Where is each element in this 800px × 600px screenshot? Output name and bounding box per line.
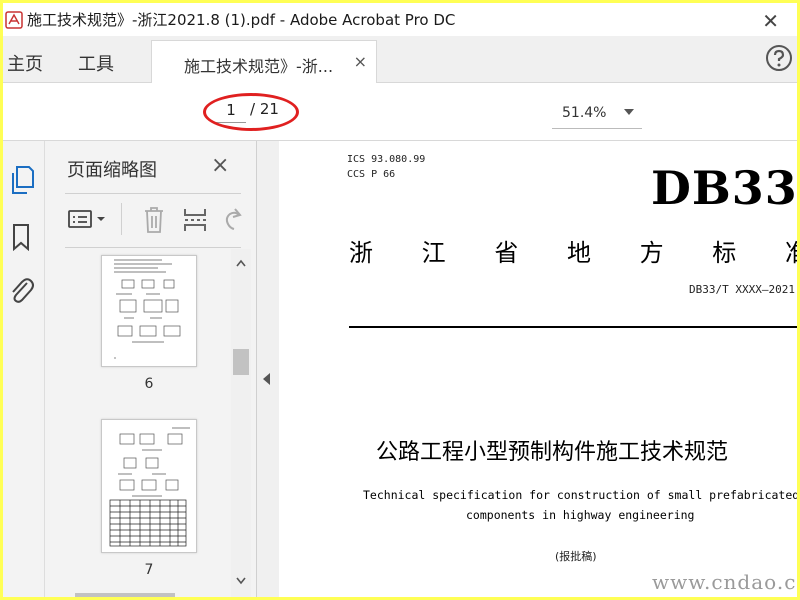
thumbnail-preview [114,259,181,359]
page-thumbnail[interactable] [101,255,197,367]
scrollbar-thumb[interactable] [233,349,249,375]
rotate-icon[interactable] [221,207,245,233]
tab-bar: 主页 工具 施工技术规范》-浙... × [3,36,797,84]
document-title-en-line2: components in highway engineering [466,508,695,522]
header-rule [349,326,797,328]
tab-home[interactable]: 主页 [7,50,43,76]
chevron-down-icon [624,109,634,115]
standard-char: 地 [566,239,591,267]
standard-char: 省 [494,239,519,267]
thumbnail-page-number: 6 [144,376,154,392]
scroll-up-icon[interactable] [236,259,246,267]
acrobat-icon [5,10,23,29]
document-title-cn: 公路工程小型预制构件施工技术规范 [376,440,729,465]
standard-number: DB33/T XXXX—2021 [689,283,795,296]
panel-toolbar-divider [121,203,122,235]
standard-char: 江 [421,239,446,267]
window-close-button[interactable]: ✕ [762,9,779,33]
document-page: ICS 93.080.99 CCS P 66 DB33 浙 江 省 地 方 标 … [279,141,797,597]
panel-title: 页面缩略图 [67,160,157,181]
watermark: www.cndao.com [652,570,797,594]
standard-type: 浙 江 省 地 方 标 准 [349,233,797,268]
document-tab-close-button[interactable]: × [354,52,367,71]
navigation-rail [3,141,45,597]
thumbnail-preview [109,427,190,547]
document-title-en-line1: Technical specification for construction… [363,488,797,502]
tab-tools[interactable]: 工具 [78,50,114,76]
thumbnail-options-icon[interactable] [67,207,111,233]
page-thumbnails-icon[interactable] [9,165,35,195]
standard-char: 准 [784,239,797,267]
acrobat-window: 施工技术规范》-浙江2021.8 (1).pdf - Adobe Acrobat… [3,3,797,597]
window-title: 施工技术规范》-浙江2021.8 (1).pdf - Adobe Acrobat… [27,11,456,29]
main-toolbar [3,83,797,141]
collapse-panel-icon[interactable] [263,373,270,385]
standard-char: 浙 [349,239,373,267]
horizontal-scrollbar-thumb[interactable] [75,593,175,597]
ics-code: ICS 93.080.99 [347,154,426,165]
attachment-icon[interactable] [7,275,35,305]
panel-close-button[interactable]: × [211,153,229,178]
draft-label: (报批稿) [555,550,597,563]
thumbnail-scrollbar[interactable] [231,249,251,597]
standard-char: 方 [639,239,664,267]
scroll-down-icon[interactable] [236,577,246,585]
panel-divider [65,247,241,248]
thumbnail-panel: 页面缩略图 × 6 7 [45,141,257,597]
thumbnail-page-number: 7 [144,562,154,578]
standard-code: DB33 [651,161,797,215]
panel-divider [65,193,241,194]
standard-char: 标 [712,239,737,267]
highlight-ellipse [203,93,299,131]
document-tab-label: 施工技术规范》-浙... [184,57,334,76]
page-thumbnail[interactable] [101,419,197,553]
help-icon[interactable] [765,44,793,72]
bookmark-icon[interactable] [11,223,31,251]
ccs-code: CCS P 66 [347,169,396,180]
zoom-level-value: 51.4% [562,105,607,121]
trash-icon[interactable] [141,205,167,235]
insert-page-icon[interactable] [181,205,209,235]
panel-splitter[interactable] [257,141,279,597]
title-bar: 施工技术规范》-浙江2021.8 (1).pdf - Adobe Acrobat… [3,3,797,36]
tab-document[interactable]: 施工技术规范》-浙... × [151,40,377,84]
zoom-level-select[interactable]: 51.4% [552,97,642,129]
